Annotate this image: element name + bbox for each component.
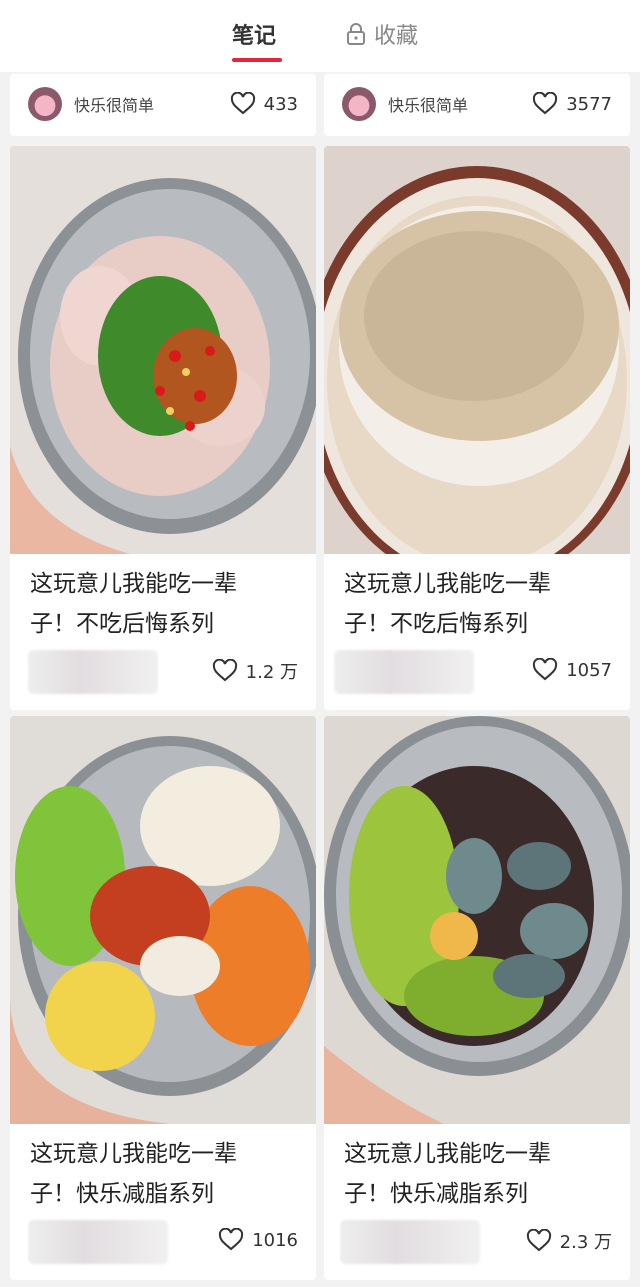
author-name[interactable]: 快乐很简单 — [74, 92, 154, 116]
note-card-footer[interactable]: 快乐很简单 3577 — [324, 74, 630, 136]
like-button[interactable]: 1.2 万 — [212, 658, 298, 684]
like-button[interactable]: 2.3 万 — [526, 1228, 612, 1254]
note-title[interactable]: 这玩意儿我能吃一辈 子！不吃后悔系列 — [30, 564, 300, 644]
note-title-line: 这玩意儿我能吃一辈 — [30, 571, 237, 597]
note-card[interactable]: 这玩意儿我能吃一辈 子！快乐减脂系列 2.3 万 — [324, 716, 630, 1280]
note-cover-image[interactable] — [10, 146, 316, 554]
heart-icon — [533, 92, 558, 115]
note-title[interactable]: 这玩意儿我能吃一辈 子！快乐减脂系列 — [30, 1134, 300, 1214]
active-tab-indicator — [232, 58, 282, 62]
tab-favorites-label: 收藏 — [374, 24, 419, 49]
like-count: 1.2 万 — [245, 662, 298, 683]
heart-icon — [219, 1228, 244, 1251]
note-title[interactable]: 这玩意儿我能吃一辈 子！快乐减脂系列 — [344, 1134, 614, 1214]
note-cover-image[interactable] — [324, 146, 630, 554]
like-count: 1057 — [566, 659, 612, 681]
avatar[interactable] — [342, 87, 376, 121]
redacted-author — [28, 650, 158, 694]
note-title-line: 这玩意儿我能吃一辈 — [344, 571, 551, 597]
note-title-line: 子！不吃后悔系列 — [344, 611, 528, 637]
note-title-line: 子！快乐减脂系列 — [344, 1181, 528, 1207]
tab-bar: 笔记 收藏 — [0, 0, 640, 72]
tab-notes[interactable]: 笔记 — [232, 18, 276, 50]
note-title-line: 这玩意儿我能吃一辈 — [30, 1141, 237, 1167]
like-button[interactable]: 1057 — [532, 658, 612, 682]
note-card[interactable]: 这玩意儿我能吃一辈 子！不吃后悔系列 1057 — [324, 146, 630, 710]
author-name[interactable]: 快乐很简单 — [388, 92, 468, 116]
heart-icon — [212, 659, 237, 682]
note-title[interactable]: 这玩意儿我能吃一辈 子！不吃后悔系列 — [344, 564, 614, 644]
like-button[interactable]: 3577 — [532, 92, 612, 116]
like-count: 3577 — [566, 93, 612, 115]
note-cover-image[interactable] — [324, 716, 630, 1124]
note-card-footer[interactable]: 快乐很简单 433 — [10, 74, 316, 136]
lock-icon — [346, 22, 366, 46]
heart-icon — [533, 658, 558, 681]
note-title-line: 这玩意儿我能吃一辈 — [344, 1141, 551, 1167]
note-card[interactable]: 这玩意儿我能吃一辈 子！快乐减脂系列 1016 — [10, 716, 316, 1280]
heart-icon — [230, 92, 255, 115]
note-title-line: 子！不吃后悔系列 — [30, 611, 214, 637]
tab-favorites[interactable]: 收藏 — [346, 18, 418, 50]
redacted-author — [28, 1220, 168, 1264]
like-count: 433 — [263, 93, 298, 115]
avatar[interactable] — [28, 87, 62, 121]
like-button[interactable]: 433 — [230, 92, 298, 116]
like-count: 1016 — [252, 1229, 298, 1251]
note-title-line: 子！快乐减脂系列 — [30, 1181, 214, 1207]
like-count: 2.3 万 — [559, 1232, 612, 1253]
redacted-author — [340, 1220, 480, 1264]
note-cover-image[interactable] — [10, 716, 316, 1124]
redacted-author — [334, 650, 474, 694]
heart-icon — [526, 1229, 551, 1252]
like-button[interactable]: 1016 — [218, 1228, 298, 1252]
note-card[interactable]: 这玩意儿我能吃一辈 子！不吃后悔系列 1.2 万 — [10, 146, 316, 710]
